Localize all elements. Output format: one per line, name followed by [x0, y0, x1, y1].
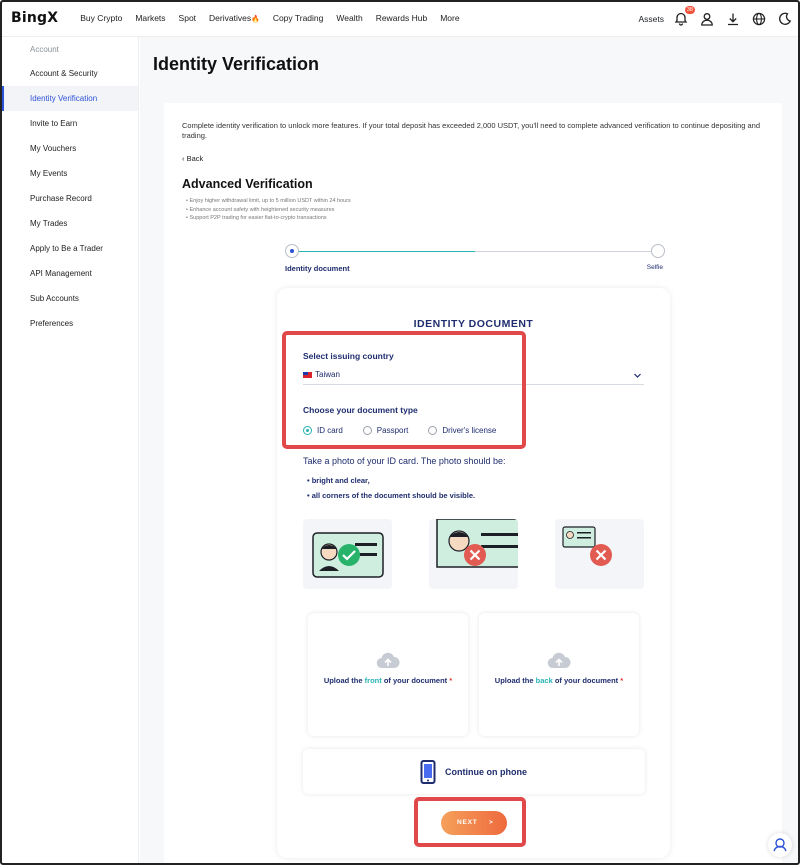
- sidebar-heading: Account: [30, 45, 59, 54]
- upload-back-label: Upload the back of your document *: [489, 676, 629, 685]
- benefit-item: Enhance account safety with heightened s…: [186, 206, 351, 215]
- nav-assets[interactable]: Assets: [638, 14, 664, 24]
- progress-stepper: Identity document Selfie: [285, 244, 665, 274]
- sidebar: Account Account & Security Identity Veri…: [2, 37, 139, 863]
- benefit-item: Enjoy higher withdrawal limit, up to 5 m…: [186, 197, 350, 206]
- fire-icon: 🔥: [251, 16, 260, 23]
- continue-on-phone-label: Continue on phone: [445, 767, 527, 777]
- required-marker: *: [449, 676, 453, 685]
- support-button[interactable]: [768, 833, 792, 857]
- nav-more[interactable]: More: [440, 13, 459, 23]
- nav-spot[interactable]: Spot: [179, 13, 197, 23]
- upload-back-pre: Upload the: [494, 676, 536, 685]
- sidebar-item-account-security[interactable]: Account & Security: [2, 61, 138, 86]
- upload-front-post: of your document: [381, 676, 448, 685]
- step-identity-dot: [285, 244, 299, 258]
- verification-panel: Complete identity verification to unlock…: [164, 103, 782, 863]
- notification-badge: 38: [684, 5, 695, 14]
- mobile-phone-icon: [420, 760, 436, 784]
- requirement-item: all corners of the document should be vi…: [307, 491, 475, 500]
- intro-text: Complete identity verification to unlock…: [182, 121, 761, 140]
- nav-wealth[interactable]: Wealth: [336, 13, 362, 23]
- sidebar-item-preferences[interactable]: Preferences: [2, 311, 138, 336]
- download-icon[interactable]: [726, 12, 740, 26]
- page-title: Identity Verification: [153, 54, 320, 74]
- nav-copy-trading[interactable]: Copy Trading: [273, 13, 324, 23]
- nav-rewards-hub[interactable]: Rewards Hub: [376, 13, 428, 23]
- sidebar-item-identity-verification[interactable]: Identity Verification: [2, 86, 138, 111]
- photo-instruction: Take a photo of your ID card. The photo …: [303, 456, 506, 466]
- upload-front-pre: Upload the: [323, 676, 365, 685]
- upload-front-button[interactable]: Upload the front of your document *: [308, 613, 468, 736]
- sidebar-item-invite-to-earn[interactable]: Invite to Earn: [2, 111, 138, 136]
- highlight-box-next: [414, 797, 526, 847]
- upload-back-post: of your document: [552, 676, 619, 685]
- upload-front-label: Upload the front of your document *: [318, 676, 458, 685]
- upload-back-button[interactable]: Upload the back of your document *: [479, 613, 639, 736]
- required-marker: *: [620, 676, 624, 685]
- stepper-progress: [297, 251, 475, 252]
- dark-mode-icon[interactable]: [778, 12, 792, 26]
- sample-good-photo: [303, 519, 392, 589]
- card-title: IDENTITY DOCUMENT: [413, 318, 534, 330]
- upload-back-highlight: back: [535, 676, 553, 685]
- bingx-logo[interactable]: BingX: [11, 10, 58, 26]
- nav-markets[interactable]: Markets: [135, 13, 165, 23]
- cloud-upload-icon: [376, 652, 400, 669]
- sidebar-item-purchase-record[interactable]: Purchase Record: [2, 186, 138, 211]
- back-link[interactable]: ‹ Back: [182, 154, 203, 163]
- benefits-list: Enjoy higher withdrawal limit, up to 5 m…: [186, 197, 351, 223]
- sample-small-photo: [555, 519, 644, 589]
- top-navigation: BingX Buy Crypto Markets Spot Derivative…: [0, 0, 800, 37]
- advanced-verification-title: Advanced Verification: [182, 177, 313, 191]
- benefit-item: Support P2P trading for easier fiat-to-c…: [186, 214, 351, 223]
- cloud-upload-icon: [547, 652, 571, 669]
- step-selfie-label: Selfie: [646, 264, 663, 271]
- main-area: Identity Verification Complete identity …: [140, 37, 798, 863]
- customer-support-icon: [773, 838, 787, 852]
- sidebar-item-api-management[interactable]: API Management: [2, 261, 138, 286]
- highlight-box-country-doc: [282, 331, 526, 449]
- requirement-item: bright and clear,: [307, 476, 370, 485]
- sidebar-item-my-events[interactable]: My Events: [2, 161, 138, 186]
- sidebar-item-my-trades[interactable]: My Trades: [2, 211, 138, 236]
- sidebar-item-sub-accounts[interactable]: Sub Accounts: [2, 286, 138, 311]
- chevron-down-icon: [634, 373, 641, 378]
- continue-on-phone-button[interactable]: Continue on phone: [303, 749, 645, 794]
- nav-derivatives[interactable]: Derivatives🔥: [209, 13, 260, 23]
- nav-derivatives-label: Derivatives: [209, 13, 252, 23]
- nav-buy-crypto[interactable]: Buy Crypto: [80, 13, 122, 23]
- sidebar-item-apply-trader[interactable]: Apply to Be a Trader: [2, 236, 138, 261]
- nav-right-group: Assets 38: [638, 0, 792, 37]
- step-selfie-dot: [651, 244, 665, 258]
- bell-icon[interactable]: 38: [674, 5, 695, 26]
- back-label: Back: [186, 154, 204, 163]
- sample-cropped-photo: [429, 519, 518, 589]
- upload-front-highlight: front: [364, 676, 382, 685]
- sidebar-item-my-vouchers[interactable]: My Vouchers: [2, 136, 138, 161]
- step-identity-label: Identity document: [285, 264, 350, 273]
- user-icon[interactable]: [700, 12, 714, 26]
- globe-icon[interactable]: [752, 12, 766, 26]
